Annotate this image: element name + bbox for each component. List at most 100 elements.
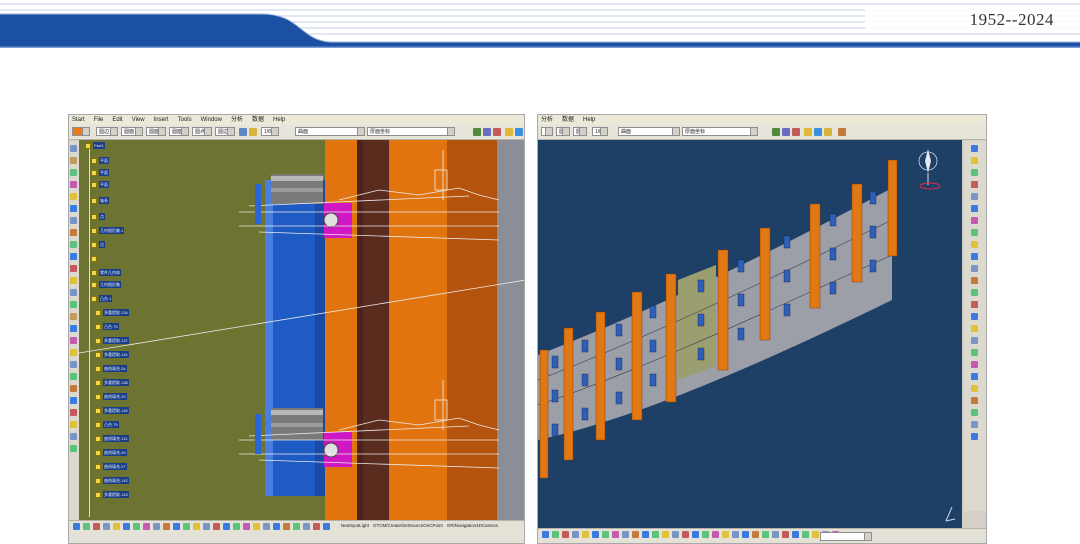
toolbar-icon[interactable] — [971, 229, 978, 236]
toolbar-icon[interactable] — [802, 531, 809, 538]
tree-item[interactable]: 凸台.1 — [91, 295, 113, 302]
scale-combo[interactable]: 1/8 — [592, 127, 608, 136]
toolbar-icon[interactable] — [283, 523, 290, 530]
toolbar-icon[interactable] — [632, 531, 639, 538]
toolbar-icon[interactable] — [313, 523, 320, 530]
toolbar-icon[interactable] — [971, 409, 978, 416]
toolbar-icon[interactable] — [652, 531, 659, 538]
tree-item[interactable]: 多重提取.138 — [95, 379, 129, 386]
toolbar-icon[interactable] — [293, 523, 300, 530]
toolbar-icon[interactable] — [233, 523, 240, 530]
layer-combo[interactable]: 圆面 — [146, 127, 166, 136]
toolbar-icon[interactable] — [572, 531, 579, 538]
toolbar-icon[interactable] — [93, 523, 100, 530]
tree-item[interactable]: 几何图形集.1 — [91, 227, 125, 234]
toolbar-icon[interactable] — [804, 128, 812, 136]
tree-item[interactable]: 曲线填充.26 — [95, 449, 127, 456]
linetype-combo[interactable]: 圆边 — [556, 127, 570, 136]
toolbar-icon[interactable] — [772, 531, 779, 538]
menu-tools[interactable]: Tools — [178, 115, 192, 125]
toolbar-icon[interactable] — [552, 531, 559, 538]
lineweight-combo[interactable]: 圆面 — [121, 127, 143, 136]
toolbar-icon[interactable] — [70, 313, 77, 320]
toolbar-icon[interactable] — [971, 241, 978, 248]
menu-start[interactable]: Start — [72, 115, 85, 125]
lineweight-combo[interactable]: 圆面 — [573, 127, 587, 136]
tree-item[interactable]: 几何图形集 — [91, 281, 121, 288]
toolbar-icon[interactable] — [70, 325, 77, 332]
toolbar-icon[interactable] — [752, 531, 759, 538]
toolbar-icon[interactable] — [602, 531, 609, 538]
toolbar-icon[interactable] — [103, 523, 110, 530]
tree-item[interactable] — [91, 255, 101, 262]
point-combo[interactable]: 圆点 — [192, 127, 212, 136]
toolbar-icon[interactable] — [562, 531, 569, 538]
command-create-source[interactable]: GTCM/Create/SetSourceOnCPoint — [373, 523, 443, 528]
tree-item[interactable]: 凸台.79 — [95, 421, 119, 428]
toolbar-icon[interactable] — [732, 531, 739, 538]
toolbar-icon[interactable] — [792, 128, 800, 136]
tree-item[interactable]: 平面 — [91, 181, 109, 188]
compass-icon[interactable] — [916, 145, 944, 191]
toolbar-icon[interactable] — [515, 128, 523, 136]
toolbar-icon[interactable] — [70, 217, 77, 224]
tree-item[interactable]: 曲线填充.142 — [95, 477, 129, 484]
toolbar-icon[interactable] — [123, 523, 130, 530]
toolbar-icon[interactable] — [253, 523, 260, 530]
toolbar-icon[interactable] — [83, 523, 90, 530]
toolbar-icon[interactable] — [113, 523, 120, 530]
toolbar-icon[interactable] — [712, 531, 719, 538]
tree-item[interactable]: 点 — [91, 241, 105, 248]
style-combo[interactable]: 圆面 — [169, 127, 189, 136]
toolbar-icon[interactable] — [812, 531, 819, 538]
toolbar-icon[interactable] — [203, 523, 210, 530]
toolbar-icon[interactable] — [622, 531, 629, 538]
toolbar-icon[interactable] — [70, 421, 77, 428]
toolbar-icon[interactable] — [971, 289, 978, 296]
toolbar-icon[interactable] — [762, 531, 769, 538]
toolbar-icon[interactable] — [70, 181, 77, 188]
toolbar-icon[interactable] — [70, 373, 77, 380]
toolbar-icon[interactable] — [682, 531, 689, 538]
edge-combo[interactable]: 圆边 — [215, 127, 235, 136]
menu-help[interactable]: Help — [583, 115, 595, 125]
toolbar-icon[interactable] — [672, 531, 679, 538]
axis-system-combo[interactable]: 厚面坐标 — [682, 127, 758, 136]
menu-edit[interactable]: Edit — [112, 115, 122, 125]
toolbar-icon[interactable] — [243, 523, 250, 530]
tree-item[interactable]: 多重提取.137 — [95, 337, 129, 344]
tree-root[interactable]: Part1 — [85, 142, 105, 149]
tree-item[interactable]: 平面 — [91, 157, 109, 164]
toolbar-icon[interactable] — [303, 523, 310, 530]
toolbar-icon[interactable] — [838, 128, 846, 136]
toolbar-icon[interactable] — [971, 193, 978, 200]
toolbar-icon[interactable] — [70, 253, 77, 260]
menu-data[interactable]: 数据 — [252, 115, 264, 125]
toolbar-icon[interactable] — [323, 523, 330, 530]
toolbar-icon[interactable] — [642, 531, 649, 538]
toolbar-icon[interactable] — [662, 531, 669, 538]
toolbar-icon[interactable] — [612, 531, 619, 538]
tree-item[interactable]: 轴系 — [91, 197, 109, 204]
toolbar-icon[interactable] — [70, 241, 77, 248]
tree-item[interactable]: 平面 — [91, 169, 109, 176]
axis-system-combo[interactable]: 厚面坐标 — [367, 127, 455, 136]
menu-analysis[interactable]: 分析 — [541, 115, 553, 125]
toolbar-icon[interactable] — [70, 277, 77, 284]
toolbar-icon[interactable] — [70, 349, 77, 356]
surface-combo[interactable]: 曲面 — [618, 127, 680, 136]
menu-analysis[interactable]: 分析 — [231, 115, 243, 125]
toolbar-icon[interactable] — [70, 301, 77, 308]
menu-data[interactable]: 数据 — [562, 115, 574, 125]
toolbar-icon[interactable] — [971, 157, 978, 164]
toolbar-icon[interactable] — [263, 523, 270, 530]
scale-combo[interactable]: 1/8 — [261, 127, 279, 136]
toolbar-icon[interactable] — [971, 265, 978, 272]
toolbar-icon[interactable] — [173, 523, 180, 530]
toolbar-icon[interactable] — [692, 531, 699, 538]
tree-item[interactable]: 曲线填充.34 — [95, 365, 127, 372]
color-combo[interactable] — [72, 127, 90, 136]
toolbar-icon[interactable] — [133, 523, 140, 530]
toolbar-icon[interactable] — [70, 289, 77, 296]
toolbar-icon[interactable] — [782, 128, 790, 136]
